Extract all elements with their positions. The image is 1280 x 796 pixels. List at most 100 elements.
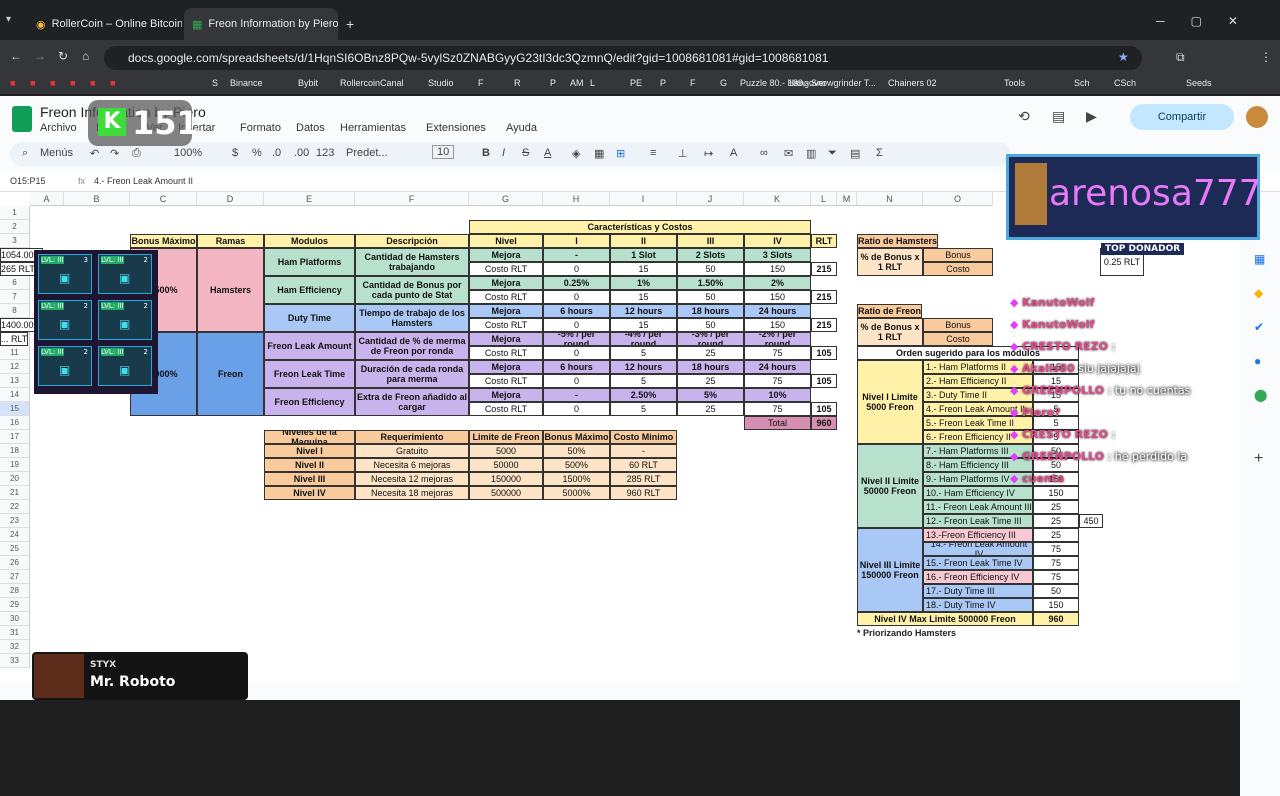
cell[interactable]: Necesita 6 mejoras: [355, 458, 469, 472]
menu-item[interactable]: Herramientas: [340, 122, 406, 134]
cell[interactable]: 13.-Freon Efficiency III: [923, 528, 1033, 542]
cell[interactable]: RLT: [811, 234, 837, 248]
contacts-icon[interactable]: ●: [1254, 354, 1261, 368]
pause-icon[interactable]: ■: [50, 78, 55, 88]
cell[interactable]: 1%: [610, 276, 677, 290]
maps-icon[interactable]: ⬤: [1254, 388, 1267, 402]
row-header[interactable]: 28: [0, 584, 30, 598]
cell[interactable]: Tiempo de trabajo de los Hamsters: [355, 304, 469, 332]
merge-icon[interactable]: ⊞: [616, 147, 625, 160]
font-select[interactable]: Predet...: [346, 147, 388, 159]
column-header[interactable]: A: [30, 192, 64, 206]
bookmark-item[interactable]: Sch: [1074, 78, 1090, 88]
cell[interactable]: -: [610, 444, 677, 458]
cell[interactable]: 5%: [677, 388, 744, 402]
cell[interactable]: 0: [543, 346, 610, 360]
cell[interactable]: Características y Costos: [469, 220, 811, 234]
cell[interactable]: 50: [677, 290, 744, 304]
row-header[interactable]: 22: [0, 500, 30, 514]
print-icon[interactable]: ⎙: [132, 147, 141, 160]
cell[interactable]: 15.- Freon Leak Time IV: [923, 556, 1033, 570]
cell[interactable]: 500000: [469, 486, 543, 500]
avatar[interactable]: [1246, 106, 1268, 128]
italic-icon[interactable]: I: [502, 147, 505, 159]
bookmark-item[interactable]: P: [550, 78, 556, 88]
cell[interactable]: Limite de Freon: [469, 430, 543, 444]
facebook-icon[interactable]: ■: [90, 78, 95, 88]
cell[interactable]: 0: [543, 318, 610, 332]
cell[interactable]: 6 hours: [543, 360, 610, 374]
cell[interactable]: 25: [677, 374, 744, 388]
cell[interactable]: 5: [610, 374, 677, 388]
column-header[interactable]: G: [469, 192, 543, 206]
cell[interactable]: Ramas: [197, 234, 264, 248]
cell[interactable]: 18 hours: [677, 304, 744, 318]
column-header[interactable]: K: [744, 192, 811, 206]
back-icon[interactable]: ←: [10, 49, 22, 63]
cell[interactable]: III: [677, 234, 744, 248]
row-header[interactable]: 12: [0, 360, 30, 374]
keep-icon[interactable]: ◆: [1254, 286, 1263, 300]
cell[interactable]: 12.- Freon Leak Time III: [923, 514, 1033, 528]
comment-add-icon[interactable]: ✉: [784, 147, 793, 160]
bookmark-item[interactable]: Studio: [428, 78, 454, 88]
history-icon[interactable]: ⟲: [1018, 108, 1030, 125]
cell[interactable]: 0: [543, 402, 610, 416]
cell[interactable]: 50: [1033, 584, 1079, 598]
row-header[interactable]: 23: [0, 514, 30, 528]
rotate-icon[interactable]: A: [730, 147, 737, 159]
row-header[interactable]: 11: [0, 346, 30, 360]
cell[interactable]: 0: [543, 290, 610, 304]
cell[interactable]: Bonus Máximo: [130, 234, 197, 248]
cell[interactable]: Cantidad de Bonus por cada punto de Stat: [355, 276, 469, 304]
cell[interactable]: 0: [543, 262, 610, 276]
bookmark-item[interactable]: AM: [570, 78, 584, 88]
cell[interactable]: Ratio de Hamsters: [857, 234, 939, 248]
bookmark-item[interactable]: Bybit: [298, 78, 318, 88]
search-icon[interactable]: ⌕: [22, 147, 28, 160]
cell[interactable]: 15: [610, 318, 677, 332]
chart-icon[interactable]: ▥: [806, 147, 816, 160]
share-button[interactable]: Compartir: [1130, 104, 1234, 130]
filter-icon[interactable]: ⏷: [828, 147, 837, 160]
link-icon[interactable]: ∞: [760, 147, 768, 159]
cell[interactable]: 5000%: [543, 486, 610, 500]
row-header[interactable]: 30: [0, 612, 30, 626]
cell[interactable]: 24 hours: [744, 360, 811, 374]
cell[interactable]: -3% / per round: [677, 332, 744, 346]
cell[interactable]: Costo RLT: [469, 346, 543, 360]
cell[interactable]: 75: [1033, 542, 1079, 556]
cell[interactable]: 25: [1033, 528, 1079, 542]
cell[interactable]: 960: [1033, 612, 1079, 626]
cell[interactable]: Nivel II: [264, 458, 355, 472]
star-icon[interactable]: ★: [1118, 50, 1129, 64]
cell[interactable]: -: [543, 388, 610, 402]
cell[interactable]: 60 RLT: [610, 458, 677, 472]
column-header[interactable]: N: [857, 192, 923, 206]
row-header[interactable]: 14: [0, 388, 30, 402]
menu-item[interactable]: Datos: [296, 122, 325, 134]
cell[interactable]: Hamsters: [197, 248, 264, 332]
cell[interactable]: 75: [1033, 570, 1079, 584]
cell[interactable]: 150000: [469, 472, 543, 486]
tab-freon-info[interactable]: ▦ Freon Information by Piero - H ✕: [184, 8, 338, 40]
cell[interactable]: Cantidad de % de merma de Freon por rond…: [355, 332, 469, 360]
cell[interactable]: Mejora: [469, 276, 543, 290]
cell[interactable]: Mejora: [469, 304, 543, 318]
bookmark-item[interactable]: S: [212, 78, 218, 88]
cell[interactable]: 5: [610, 346, 677, 360]
cell[interactable]: 25: [1033, 500, 1079, 514]
cell[interactable]: Costo RLT: [469, 374, 543, 388]
row-header[interactable]: 6: [0, 276, 30, 290]
cell[interactable]: Bonus: [923, 248, 993, 262]
cell[interactable]: 1500%: [543, 472, 610, 486]
bookmark-item[interactable]: F: [690, 78, 696, 88]
zoom-select[interactable]: 100%: [174, 147, 202, 159]
bookmark-item[interactable]: Tools: [1004, 78, 1025, 88]
cell[interactable]: 50%: [543, 444, 610, 458]
cell[interactable]: Costo: [923, 262, 993, 276]
cell[interactable]: Mejora: [469, 388, 543, 402]
cell[interactable]: Extra de Freon añadido al cargar: [355, 388, 469, 416]
bold-icon[interactable]: B: [482, 147, 490, 159]
cell[interactable]: 285 RLT: [610, 472, 677, 486]
